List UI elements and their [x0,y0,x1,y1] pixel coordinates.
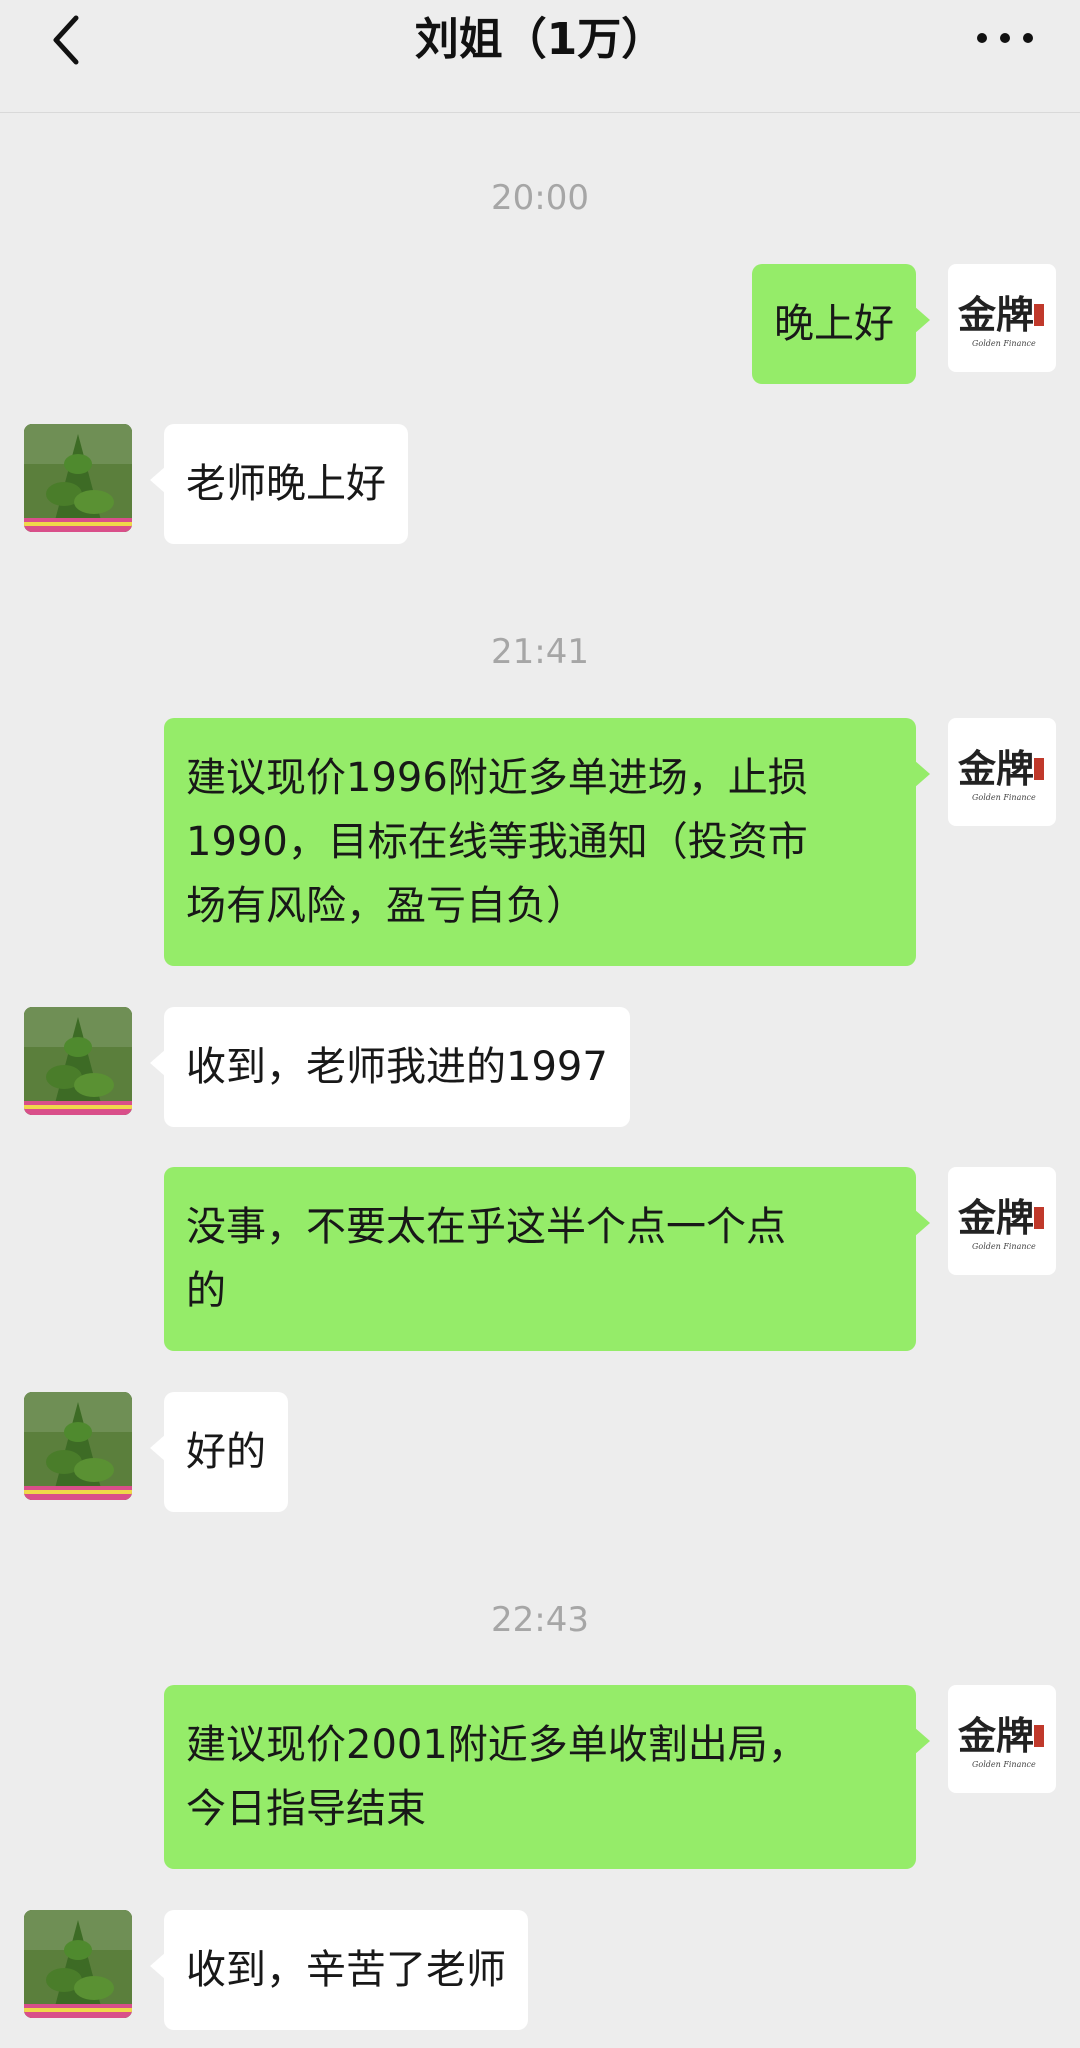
contact-avatar[interactable] [24,1392,132,1500]
timestamp: 20:00 [491,178,589,218]
golden-finance-logo: 金牌 Golden Finance [957,746,1044,802]
golden-finance-logo: 金牌 Golden Finance [957,292,1044,348]
timestamp: 22:43 [491,1600,589,1640]
message-line: 今日指导结束 [186,1786,426,1832]
message-line: 1990，目标在线等我通知（投资市 [186,819,808,865]
my-avatar[interactable]: 金牌 Golden Finance [948,1167,1056,1275]
golden-finance-logo: 金牌 Golden Finance [957,1713,1044,1769]
message-line: 建议现价1996附近多单进场，止损 [186,755,808,801]
message-bubble[interactable]: 老师晚上好 [150,424,408,544]
svg-text:金牌: 金牌 [957,1195,1034,1240]
message-bubble[interactable]: 建议现价1996附近多单进场，止损 1990，目标在线等我通知（投资市 场有风险… [164,718,930,966]
message-bubble[interactable]: 建议现价2001附近多单收割出局， 今日指导结束 [164,1685,930,1869]
message-bubble[interactable]: 晚上好 [752,264,930,384]
contact-avatar[interactable] [24,424,132,532]
svg-text:Golden Finance: Golden Finance [972,1760,1036,1769]
chat-header: 刘姐（1万） [0,0,1080,113]
my-avatar[interactable]: 金牌 Golden Finance [948,264,1056,372]
timestamp: 21:41 [491,632,589,672]
message-text: 晚上好 [774,301,894,347]
message-bubble[interactable]: 没事，不要太在乎这半个点一个点 的 [164,1167,930,1351]
svg-text:Golden Finance: Golden Finance [972,793,1036,802]
message-bubble[interactable]: 收到，老师我进的1997 [150,1007,630,1127]
more-dots-icon [977,33,1033,43]
message-text: 收到，老师我进的1997 [186,1044,608,1090]
my-avatar[interactable]: 金牌 Golden Finance [948,718,1056,826]
my-avatar[interactable]: 金牌 Golden Finance [948,1685,1056,1793]
contact-avatar[interactable] [24,1910,132,2018]
topiary-photo [24,1007,132,1115]
message-text: 好的 [186,1429,266,1475]
svg-text:金牌: 金牌 [957,1713,1034,1758]
topiary-photo [24,1910,132,2018]
topiary-photo [24,1392,132,1500]
topiary-photo [24,424,132,532]
svg-text:Golden Finance: Golden Finance [972,339,1036,348]
message-text: 收到，辛苦了老师 [186,1947,506,1993]
message-line: 没事，不要太在乎这半个点一个点 [186,1204,786,1250]
svg-text:金牌: 金牌 [957,746,1034,791]
message-text: 老师晚上好 [186,461,386,507]
golden-finance-logo: 金牌 Golden Finance [957,1195,1044,1251]
message-line: 建议现价2001附近多单收割出局， [186,1722,808,1768]
message-bubble[interactable]: 收到，辛苦了老师 [150,1910,528,2030]
svg-text:金牌: 金牌 [957,292,1034,337]
chat-title: 刘姐（1万） [414,14,666,65]
more-button[interactable] [970,18,1040,58]
svg-text:Golden Finance: Golden Finance [972,1242,1036,1251]
message-line: 的 [186,1268,226,1314]
message-line: 场有风险，盈亏自负） [186,883,586,929]
message-bubble[interactable]: 好的 [150,1392,288,1512]
contact-avatar[interactable] [24,1007,132,1115]
